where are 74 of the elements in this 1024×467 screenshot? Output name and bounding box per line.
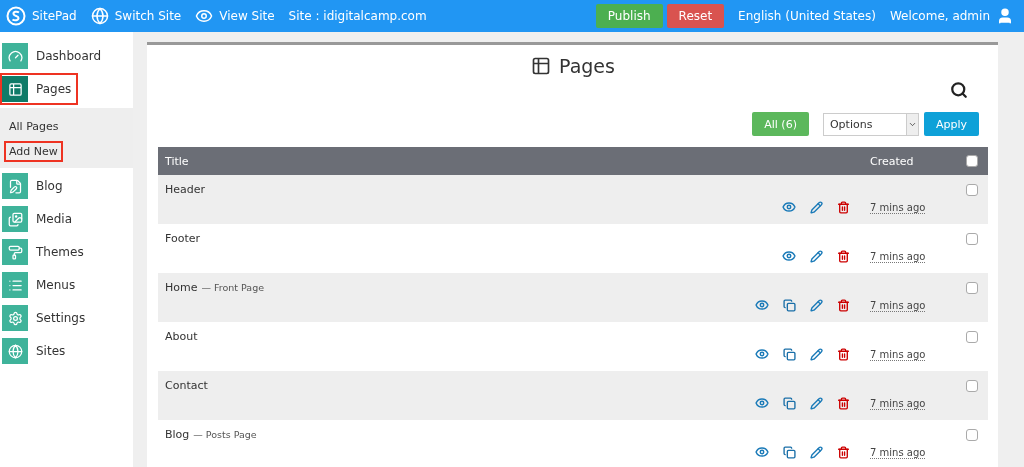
note-pen-icon — [7, 178, 23, 194]
copy-icon[interactable] — [783, 299, 796, 312]
page-state: — Posts Page — [193, 429, 257, 440]
view-icon[interactable] — [755, 445, 769, 459]
created-time: 7 mins ago — [870, 447, 926, 459]
row-checkbox[interactable] — [966, 233, 978, 245]
sidebar-item[interactable]: Dashboard — [2, 42, 133, 70]
view-icon[interactable] — [782, 200, 796, 214]
created-time: 7 mins ago — [870, 398, 926, 410]
delete-icon[interactable] — [837, 397, 850, 410]
globe-icon — [7, 343, 23, 359]
edit-icon[interactable] — [810, 299, 823, 312]
sidebar-item[interactable]: Media — [2, 205, 133, 233]
page-title-link[interactable]: Header — [165, 183, 206, 196]
page-title-link[interactable]: About — [165, 330, 198, 343]
copy-icon[interactable] — [783, 446, 796, 459]
copy-icon[interactable] — [783, 348, 796, 361]
page-title: Pages — [559, 55, 615, 77]
paint-roller-icon — [7, 244, 23, 260]
edit-icon[interactable] — [810, 397, 823, 410]
eye-icon — [195, 7, 214, 25]
row-checkbox[interactable] — [966, 331, 978, 343]
column-header: Title — [165, 154, 189, 168]
page-title-link[interactable]: Home — [165, 281, 198, 294]
row-checkbox[interactable] — [966, 184, 978, 196]
gauge-icon — [7, 48, 23, 64]
search-icon[interactable] — [950, 81, 968, 99]
sidebar-item[interactable]: Settings — [2, 304, 133, 332]
sidebar-item[interactable]: Sites — [2, 337, 133, 365]
edit-icon[interactable] — [810, 250, 823, 263]
logo-icon — [6, 6, 26, 26]
page-state: — Front Page — [201, 282, 265, 293]
table-icon — [531, 56, 552, 76]
created-time: 7 mins ago — [870, 349, 926, 361]
created-time: 7 mins ago — [870, 300, 926, 312]
view-icon[interactable] — [755, 396, 769, 410]
row-checkbox[interactable] — [966, 380, 978, 392]
edit-icon[interactable] — [810, 348, 823, 361]
view-icon[interactable] — [755, 298, 769, 312]
site-name: Site : idigitalcamp.com — [288, 9, 427, 23]
delete-icon[interactable] — [837, 201, 850, 214]
row-checkbox[interactable] — [966, 429, 978, 441]
submenu-item[interactable]: All Pages — [4, 116, 64, 137]
created-time: 7 mins ago — [870, 251, 926, 263]
page-title-link[interactable]: Contact — [165, 379, 208, 392]
images-icon — [7, 211, 23, 227]
delete-icon[interactable] — [837, 446, 850, 459]
view-icon[interactable] — [782, 249, 796, 263]
delete-icon[interactable] — [837, 299, 850, 312]
delete-icon[interactable] — [837, 250, 850, 263]
view-icon[interactable] — [755, 347, 769, 361]
sidebar-item[interactable]: Menus — [2, 271, 133, 299]
page-title-link[interactable]: Footer — [165, 232, 200, 245]
settings-icon — [7, 310, 23, 326]
column-header: Created — [870, 154, 914, 168]
page-title-link[interactable]: Blog — [165, 428, 190, 441]
reset-button[interactable]: Reset — [666, 4, 725, 28]
bulk-action-select[interactable]: Options — [822, 112, 919, 136]
table-icon — [7, 81, 23, 97]
edit-icon[interactable] — [810, 446, 823, 459]
select-all-checkbox[interactable] — [966, 155, 978, 167]
sidebar-item[interactable]: Pages — [2, 75, 76, 103]
created-time: 7 mins ago — [870, 202, 926, 214]
globe-icon — [90, 7, 109, 25]
copy-icon[interactable] — [783, 397, 796, 410]
submenu-item[interactable]: Add New — [4, 141, 63, 162]
row-checkbox[interactable] — [966, 282, 978, 294]
delete-icon[interactable] — [837, 348, 850, 361]
sidebar-item[interactable]: Blog — [2, 172, 133, 200]
list-icon — [7, 277, 23, 293]
user-icon[interactable] — [996, 7, 1014, 25]
sidebar-item[interactable]: Themes — [2, 238, 133, 266]
welcome-text: Welcome, admin — [889, 9, 990, 23]
edit-icon[interactable] — [810, 201, 823, 214]
